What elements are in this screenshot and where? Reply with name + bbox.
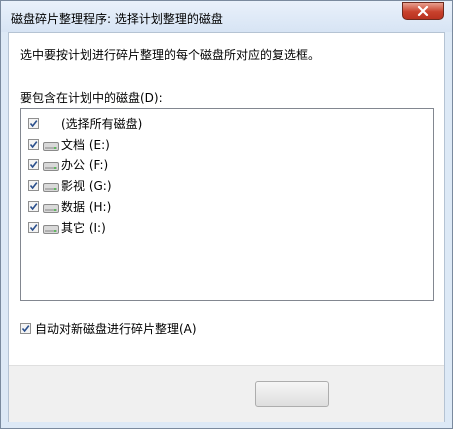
dialog-window: 磁盘碎片整理程序: 选择计划整理的磁盘 选中要按计划进行碎片整理的每个磁盘所对应… (0, 0, 453, 429)
window-title: 磁盘碎片整理程序: 选择计划整理的磁盘 (11, 12, 223, 26)
disk-list-label: 要包含在计划中的磁盘(D): (20, 91, 163, 105)
drive-icon (43, 181, 59, 192)
disk-item-f[interactable]: 办公 (F:) (28, 155, 108, 173)
disk-listbox[interactable]: (选择所有磁盘) 文档 (E:) 办公 (F:) 影视 (G:) 数据 (H:)… (20, 108, 434, 301)
close-icon (417, 6, 429, 16)
checkmark-icon (29, 140, 38, 148)
disk-checkbox-h[interactable] (28, 200, 39, 212)
ok-button[interactable] (255, 381, 329, 407)
disk-checkbox-e[interactable] (28, 138, 39, 150)
checkmark-icon (29, 160, 38, 168)
disk-label-i: 其它 (I:) (61, 220, 106, 235)
select-all-checkbox[interactable] (28, 117, 39, 129)
checkmark-icon (29, 119, 38, 127)
checkmark-icon (29, 181, 38, 189)
disk-label-h: 数据 (H:) (61, 199, 112, 214)
disk-item-e[interactable]: 文档 (E:) (28, 135, 110, 153)
dialog-footer (9, 365, 444, 422)
checkmark-icon (29, 202, 38, 210)
drive-icon (43, 202, 59, 213)
drive-icon (43, 223, 59, 234)
disk-checkbox-f[interactable] (28, 158, 39, 170)
disk-label-g: 影视 (G:) (61, 178, 112, 193)
disk-item-i[interactable]: 其它 (I:) (28, 218, 106, 236)
dialog-body: 选中要按计划进行碎片整理的每个磁盘所对应的复选框。 要包含在计划中的磁盘(D):… (8, 32, 445, 422)
auto-defrag-label: 自动对新磁盘进行碎片整理(A) (35, 322, 197, 336)
checkmark-icon (21, 325, 30, 333)
drive-icon (43, 140, 59, 151)
title-bar: 磁盘碎片整理程序: 选择计划整理的磁盘 (1, 1, 452, 32)
checkmark-icon (29, 223, 38, 231)
auto-defrag-checkbox[interactable] (20, 323, 31, 334)
disk-item-g[interactable]: 影视 (G:) (28, 176, 112, 194)
disk-checkbox-i[interactable] (28, 221, 39, 233)
close-button[interactable] (402, 2, 444, 20)
disk-checkbox-g[interactable] (28, 179, 39, 191)
select-all-label: (选择所有磁盘) (61, 116, 143, 131)
instruction-text: 选中要按计划进行碎片整理的每个磁盘所对应的复选框。 (20, 48, 321, 62)
select-all-item[interactable]: (选择所有磁盘) (28, 114, 142, 132)
auto-defrag-option[interactable]: 自动对新磁盘进行碎片整理(A) (20, 320, 197, 337)
drive-icon (43, 160, 59, 171)
disk-label-f: 办公 (F:) (61, 157, 109, 172)
disk-label-e: 文档 (E:) (61, 137, 110, 152)
disk-item-h[interactable]: 数据 (H:) (28, 197, 111, 215)
